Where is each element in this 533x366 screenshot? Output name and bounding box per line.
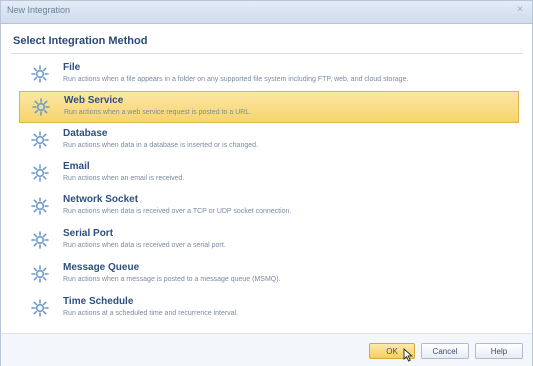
item-description: Run actions when a file appears in a fol…: [63, 76, 409, 83]
gear-icon: [31, 131, 49, 149]
item-description: Run actions when data is received over a…: [63, 208, 292, 215]
integration-method-list: File Run actions when a file appears in …: [19, 59, 519, 327]
item-description: Run actions when data in a database is i…: [63, 142, 258, 149]
item-description: Run actions when a web service request i…: [64, 109, 252, 116]
item-name: File: [63, 62, 81, 73]
gear-icon: [31, 231, 49, 249]
list-item-message-queue[interactable]: Message Queue Run actions when a message…: [19, 259, 519, 291]
item-name: Network Socket: [63, 194, 139, 205]
gear-icon: [31, 65, 49, 83]
gear-icon: [31, 299, 49, 317]
item-description: Run actions at a scheduled time and recu…: [63, 310, 239, 317]
item-name: Web Service: [64, 95, 124, 106]
dialog-footer: OK Cancel Help: [1, 333, 532, 366]
mouse-cursor-icon: [403, 348, 413, 362]
list-item-time-schedule[interactable]: Time Schedule Run actions at a scheduled…: [19, 293, 519, 325]
gear-icon: [31, 164, 49, 182]
gear-icon: [31, 265, 49, 283]
cancel-button[interactable]: Cancel: [421, 343, 469, 359]
item-description: Run actions when a message is posted to …: [63, 276, 281, 283]
section-title: Select Integration Method: [13, 35, 148, 47]
window-title: New Integration: [7, 5, 71, 15]
item-name: Time Schedule: [63, 296, 134, 307]
close-icon[interactable]: ×: [514, 4, 526, 16]
list-item-web-service[interactable]: Web Service Run actions when a web servi…: [19, 91, 519, 123]
item-name: Message Queue: [63, 262, 140, 273]
item-name: Email: [63, 161, 90, 172]
gear-icon: [31, 197, 49, 215]
item-name: Database: [63, 128, 108, 139]
list-item-network-socket[interactable]: Network Socket Run actions when data is …: [19, 191, 519, 223]
item-description: Run actions when data is received over a…: [63, 242, 226, 249]
list-item-database[interactable]: Database Run actions when data in a data…: [19, 125, 519, 157]
help-button[interactable]: Help: [475, 343, 523, 359]
section-header: Select Integration Method: [11, 29, 523, 54]
list-item-serial-port[interactable]: Serial Port Run actions when data is rec…: [19, 225, 519, 257]
item-name: Serial Port: [63, 228, 114, 239]
title-bar[interactable]: New Integration ×: [1, 1, 532, 24]
list-item-file[interactable]: File Run actions when a file appears in …: [19, 59, 519, 91]
dialog-window: New Integration × Select Integration Met…: [0, 0, 533, 366]
gear-icon: [32, 98, 50, 116]
list-item-email[interactable]: Email Run actions when an email is recei…: [19, 158, 519, 190]
item-description: Run actions when an email is received.: [63, 175, 185, 182]
